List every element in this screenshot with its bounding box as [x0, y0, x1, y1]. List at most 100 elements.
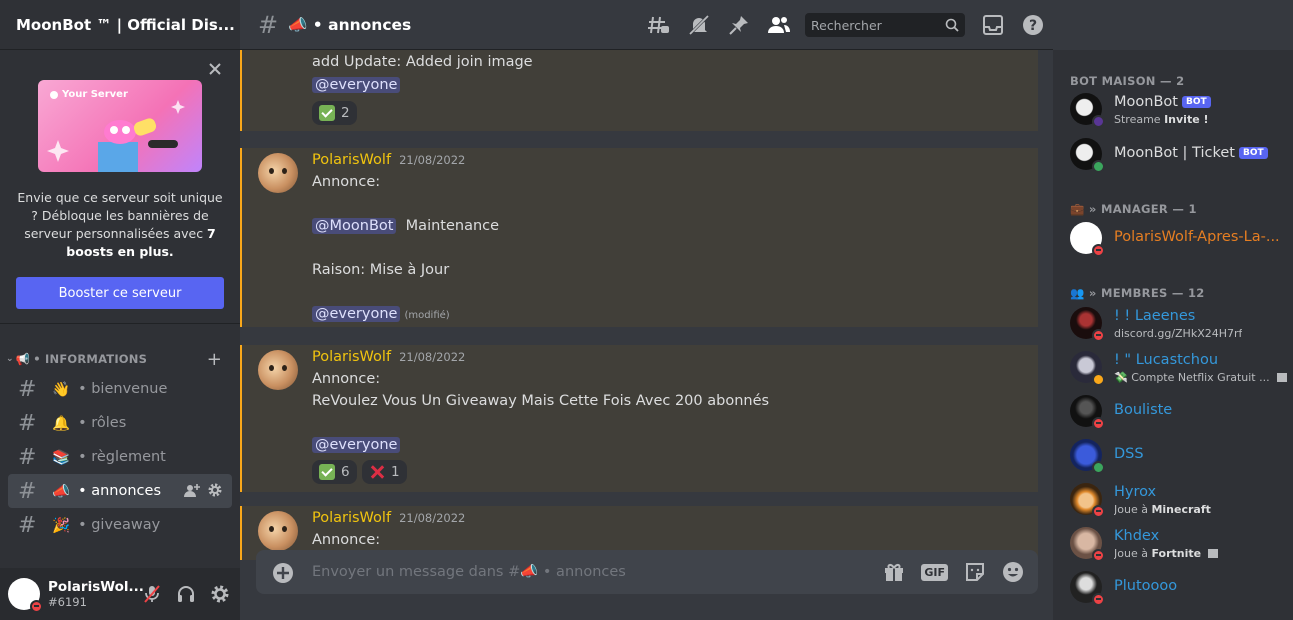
member-item[interactable]: ! ! Laeenes discord.gg/ZHkX24H7rf: [1070, 301, 1290, 345]
chevron-down-icon: ⌄: [6, 354, 14, 364]
member-item[interactable]: MoonBot | Ticket BOT: [1070, 132, 1290, 176]
member-item[interactable]: Bouliste: [1070, 389, 1290, 433]
avatar: [1070, 138, 1105, 173]
idle-status-icon: [1092, 373, 1105, 386]
sticker-icon[interactable]: [964, 561, 986, 583]
member-item[interactable]: Khdex Joue à Fortnite: [1070, 521, 1290, 565]
member-item[interactable]: MoonBot BOT Streame Invite !: [1070, 87, 1290, 131]
avatar[interactable]: [258, 153, 298, 193]
avatar[interactable]: [258, 350, 298, 390]
pin-icon[interactable]: [727, 13, 751, 37]
message-mention-line: @MoonBot Maintenance: [312, 218, 499, 234]
promo-banner-image: Your Server: [38, 80, 202, 172]
member-category-manager: 💼 » MANAGER — 1: [1070, 202, 1197, 216]
message: PolarisWolf 21/08/2022 Annonce: ReVoulez…: [240, 345, 1038, 492]
headphones-icon[interactable]: [176, 584, 196, 604]
avatar: [1070, 351, 1105, 386]
message-text: Maintenance: [405, 218, 500, 234]
megaphone-icon: 📢: [15, 352, 31, 366]
channel-giveaway[interactable]: # 🎉 • giveaway: [8, 508, 232, 542]
reaction-check[interactable]: 2: [312, 101, 357, 125]
avatar: [1070, 307, 1105, 342]
member-item[interactable]: PolarisWolf-Apres-La-...: [1070, 216, 1290, 260]
channel-title: 📣 • annonces: [288, 15, 412, 34]
reaction-count: 6: [341, 464, 350, 480]
gear-icon[interactable]: [210, 584, 230, 604]
message-author[interactable]: PolarisWolf: [312, 349, 391, 365]
user-tag: #6191: [48, 595, 87, 609]
check-mark-icon: [319, 464, 335, 480]
message-mention-line: @everyone (modifié): [312, 306, 450, 322]
threads-icon[interactable]: [647, 13, 671, 37]
member-name: ! ! Laeenes: [1114, 308, 1196, 324]
member-item[interactable]: Plutoooo: [1070, 565, 1290, 609]
server-name: MoonBot ™ | Official Dis...: [16, 15, 235, 34]
help-icon[interactable]: ?: [1021, 13, 1045, 37]
gift-icon[interactable]: [883, 561, 905, 583]
message-text: Annonce:: [312, 174, 381, 190]
channel-reglement[interactable]: # 📚 • règlement: [8, 440, 232, 474]
add-attachment-icon[interactable]: [272, 562, 294, 584]
mention-moonbot[interactable]: @MoonBot: [312, 218, 397, 234]
boost-server-button[interactable]: Booster ce serveur: [16, 277, 224, 309]
member-name: ! " Lucastchou: [1114, 352, 1219, 368]
message-author[interactable]: PolarisWolf: [312, 510, 391, 526]
member-list-icon[interactable]: [767, 13, 791, 37]
mute-microphone-icon[interactable]: [142, 584, 162, 604]
activity-text: Joue à: [1114, 503, 1152, 516]
message-author[interactable]: PolarisWolf: [312, 152, 391, 168]
server-header[interactable]: MoonBot ™ | Official Dis...: [0, 0, 240, 50]
message-timestamp: 21/08/2022: [399, 511, 466, 525]
channel-bienvenue[interactable]: # 👋 • bienvenue: [8, 372, 232, 406]
channel-label: • giveaway: [78, 517, 161, 533]
emoji-icon[interactable]: [1002, 561, 1024, 583]
notification-bell-muted-icon[interactable]: [687, 13, 711, 37]
hash-icon: #: [18, 410, 37, 436]
reaction-check[interactable]: 6: [312, 460, 357, 484]
member-activity: discord.gg/ZHkX24H7rf: [1114, 327, 1243, 340]
gear-icon[interactable]: [208, 483, 222, 497]
inbox-icon[interactable]: [981, 13, 1005, 37]
dnd-status-icon: [30, 600, 43, 613]
activity-bold: Minecraft: [1151, 503, 1211, 516]
member-item[interactable]: DSS: [1070, 433, 1290, 477]
channel-list: • boosts: 0 ⌄ 📢 • INFORMATIONS + # 👋 • b…: [0, 312, 240, 542]
reaction-cross[interactable]: 1: [362, 460, 407, 484]
member-category-bot: BOT MAISON — 2: [1070, 74, 1185, 88]
channel-roles[interactable]: # 🔔 • rôles: [8, 406, 232, 440]
search-placeholder: Rechercher: [811, 18, 882, 33]
channel-emoji: 🎉: [52, 517, 71, 534]
cross-mark-icon: [369, 464, 385, 480]
avatar: [1070, 439, 1105, 474]
streaming-status-icon: [1092, 115, 1105, 128]
member-item[interactable]: Hyrox Joue à Minecraft: [1070, 477, 1290, 521]
message-composer[interactable]: Envoyer un message dans #📣 • annonces GI…: [256, 550, 1038, 594]
channel-annonces[interactable]: # 📣 • annonces: [8, 474, 232, 508]
avatar: [1070, 93, 1105, 128]
member-category-members: 👥 » MEMBRES — 12: [1070, 286, 1205, 300]
promo-illustration: [47, 100, 185, 172]
search-input[interactable]: Rechercher: [805, 13, 965, 37]
category-label: • INFORMATIONS: [33, 352, 148, 366]
create-invite-icon[interactable]: [184, 483, 200, 499]
channel-label: • bienvenue: [78, 381, 168, 397]
avatar[interactable]: [258, 511, 298, 551]
mention-everyone[interactable]: @everyone: [312, 306, 401, 322]
add-channel-icon[interactable]: +: [207, 349, 222, 370]
avatar: [1070, 395, 1105, 430]
close-icon[interactable]: [208, 62, 222, 76]
message-text: add Update: Added join image: [312, 54, 533, 70]
channel-sidebar: MoonBot ™ | Official Dis... Your Server …: [0, 0, 240, 620]
category-informations[interactable]: ⌄ 📢 • INFORMATIONS +: [0, 346, 240, 372]
member-item[interactable]: ! " Lucastchou 💸 Compte Netflix Gratuit …: [1070, 345, 1290, 389]
member-name: DSS: [1114, 446, 1144, 462]
avatar: [1070, 527, 1105, 562]
member-name: Khdex: [1114, 528, 1160, 544]
mention-everyone[interactable]: @everyone: [312, 77, 401, 93]
mention-everyone[interactable]: @everyone: [312, 437, 401, 453]
channel-emoji: 👋: [52, 381, 71, 398]
avatar[interactable]: [8, 578, 43, 613]
user-name: PolarisWol...: [48, 579, 144, 595]
member-activity: 💸 Compte Netflix Gratuit ...: [1114, 371, 1288, 384]
gif-button[interactable]: GIF: [921, 563, 948, 581]
